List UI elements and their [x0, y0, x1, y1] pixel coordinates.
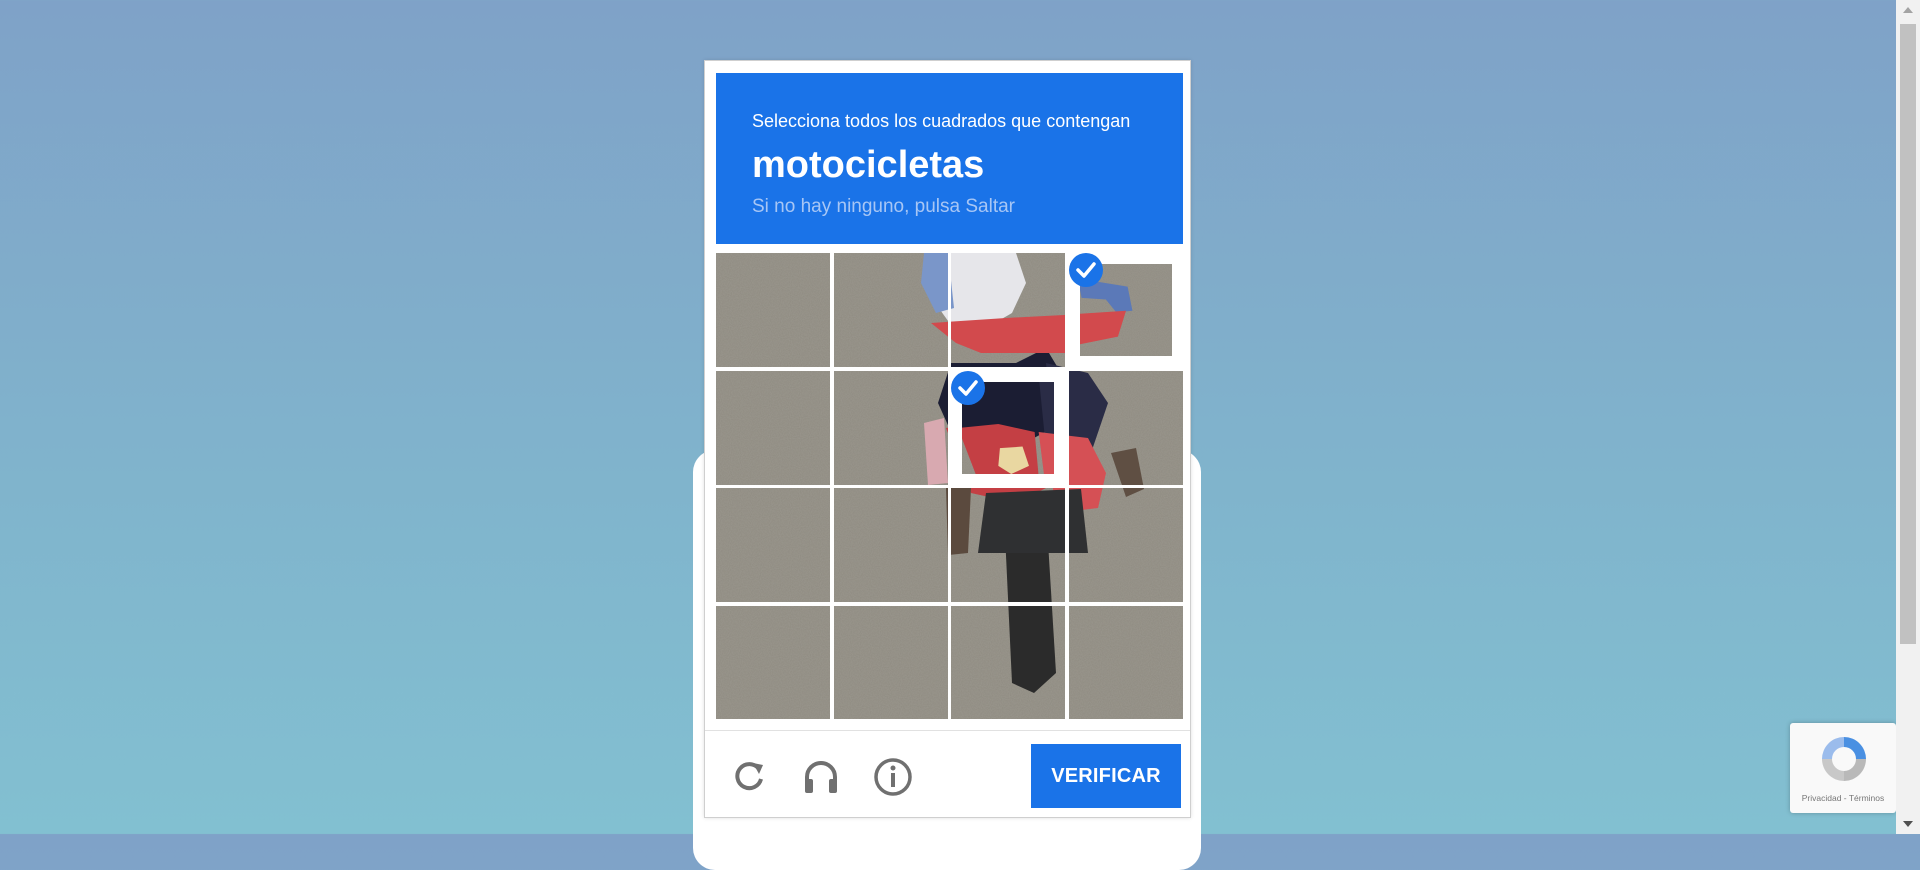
image-tile[interactable]: [951, 488, 1065, 602]
checkmark-icon: [1069, 253, 1103, 287]
image-tile[interactable]: [716, 371, 830, 485]
image-tile[interactable]: [1069, 371, 1183, 485]
image-tile[interactable]: [951, 253, 1065, 367]
tile-image: [1069, 488, 1183, 602]
terms-link[interactable]: Términos: [1849, 793, 1884, 803]
image-tile[interactable]: [1069, 488, 1183, 602]
target-object: motocicletas: [752, 144, 985, 186]
tile-image: [716, 606, 830, 720]
image-tile[interactable]: [834, 253, 948, 367]
reload-icon[interactable]: [729, 757, 769, 797]
image-tile[interactable]: [1069, 606, 1183, 720]
tile-image: [716, 371, 830, 485]
privacy-link[interactable]: Privacidad: [1802, 793, 1842, 803]
badge-separator: -: [1841, 793, 1849, 803]
skip-hint: Si no hay ninguno, pulsa Saltar: [752, 196, 1016, 217]
tile-image: [716, 253, 830, 367]
verify-button[interactable]: VERIFICAR: [1031, 744, 1181, 808]
challenge-footer: VERIFICAR: [705, 730, 1190, 818]
image-tile[interactable]: [834, 371, 948, 485]
tile-image: [716, 488, 830, 602]
instruction-text: Selecciona todos los cuadrados que conte…: [752, 111, 1131, 131]
badge-links: Privacidad - Términos: [1790, 793, 1896, 803]
scrollbar-thumb[interactable]: [1900, 24, 1916, 644]
tile-image: [834, 606, 948, 720]
scroll-down-arrow-icon[interactable]: [1903, 821, 1913, 827]
tile-image: [951, 488, 1065, 602]
image-tile[interactable]: [716, 488, 830, 602]
tile-image: [1069, 606, 1183, 720]
image-tile[interactable]: [834, 488, 948, 602]
image-tile[interactable]: [951, 371, 1065, 485]
tile-image: [834, 253, 948, 367]
tile-image: [834, 488, 948, 602]
tile-image: [951, 253, 1065, 367]
recaptcha-badge[interactable]: Privacidad - Términos: [1790, 723, 1896, 813]
tile-image: [834, 371, 948, 485]
scroll-up-arrow-icon[interactable]: [1903, 7, 1913, 13]
tile-image: [1069, 371, 1183, 485]
image-tile[interactable]: [951, 606, 1065, 720]
image-tile[interactable]: [716, 253, 830, 367]
tile-image: [951, 606, 1065, 720]
vertical-scrollbar[interactable]: [1896, 0, 1920, 834]
image-grid: [716, 253, 1183, 719]
info-icon[interactable]: [873, 757, 913, 797]
challenge-header: Selecciona todos los cuadrados que conte…: [716, 73, 1183, 244]
headphones-icon[interactable]: [801, 757, 841, 797]
image-tile[interactable]: [834, 606, 948, 720]
image-tile[interactable]: [1069, 253, 1183, 367]
image-tile[interactable]: [716, 606, 830, 720]
captcha-challenge: Selecciona todos los cuadrados que conte…: [704, 60, 1191, 818]
checkmark-icon: [951, 371, 985, 405]
recaptcha-logo-icon: [1816, 731, 1872, 787]
